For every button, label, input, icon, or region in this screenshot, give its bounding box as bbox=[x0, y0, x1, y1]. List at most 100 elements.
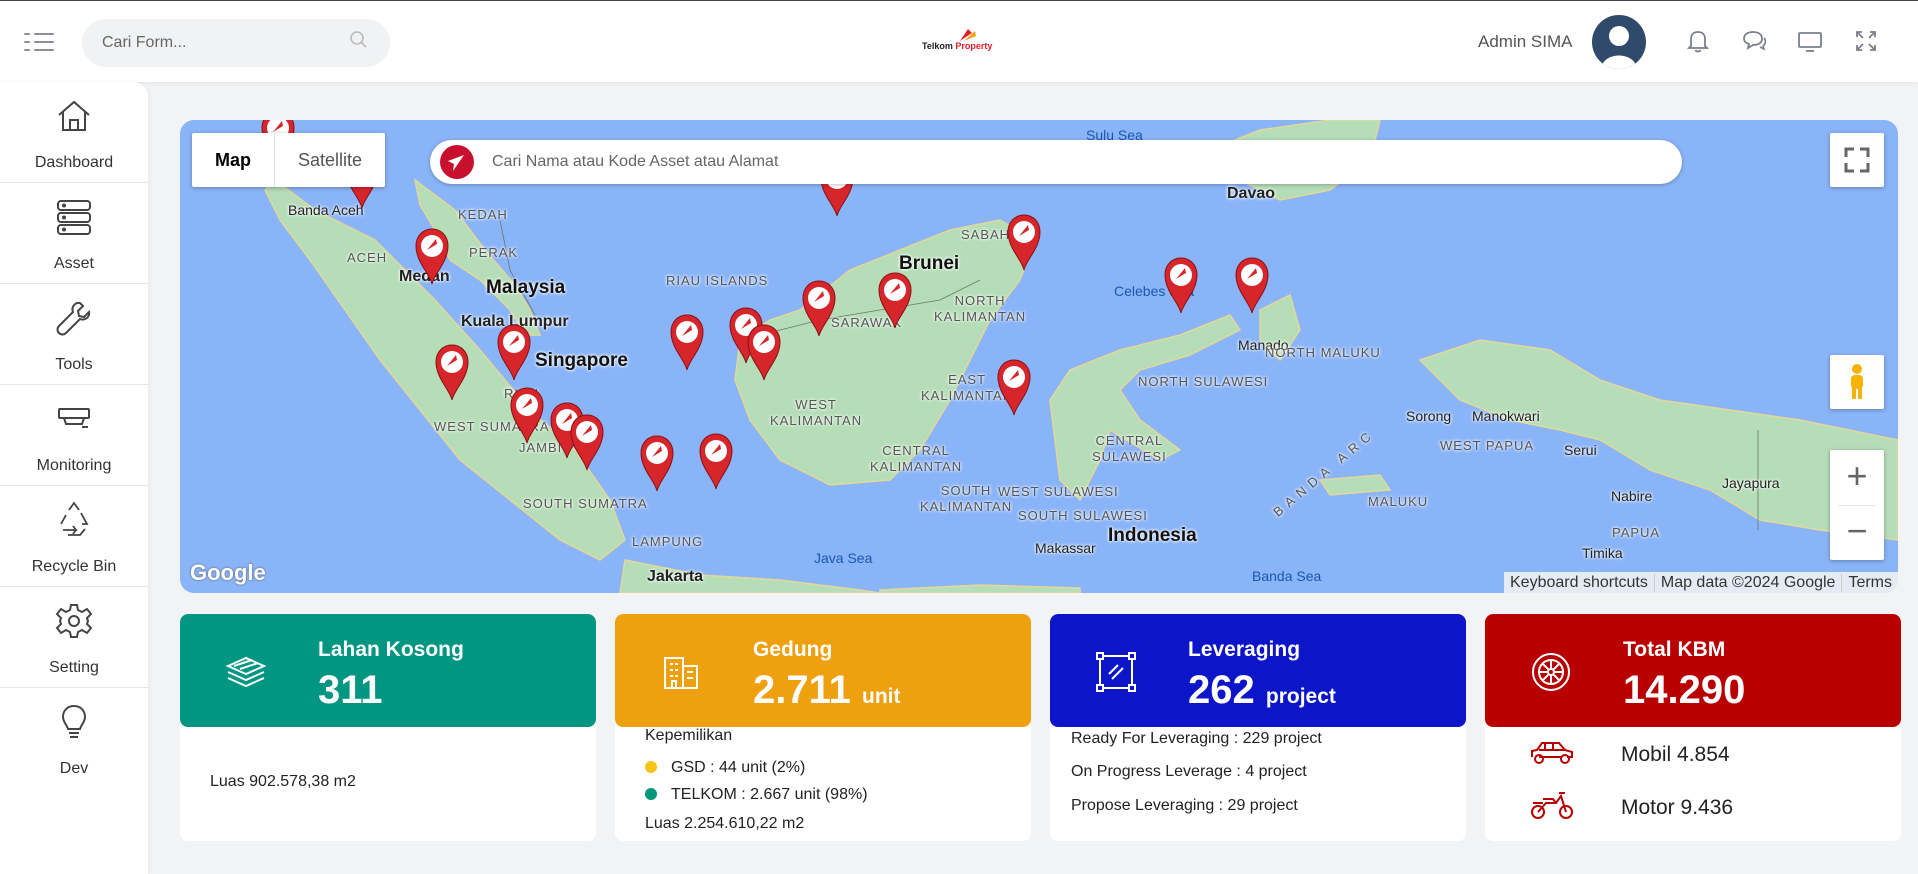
sidebar-item-tools[interactable]: Tools bbox=[0, 284, 148, 385]
map-label: SOUTH SUMATRA bbox=[523, 496, 648, 511]
gedung-unit: unit bbox=[862, 685, 901, 708]
asset-marker-pin-icon[interactable] bbox=[996, 357, 1032, 417]
sidebar-item-asset[interactable]: Asset bbox=[0, 183, 148, 284]
map-label: KEDAH bbox=[458, 207, 508, 222]
form-search-input[interactable]: Cari Form... bbox=[82, 19, 390, 67]
ownership-title: Kepemilikan bbox=[645, 727, 733, 744]
logo-text: Telkom Property bbox=[922, 41, 993, 51]
google-logo: Google bbox=[190, 560, 266, 585]
leveraging-unit: project bbox=[1265, 685, 1336, 708]
lahan-luas: Luas 902.578,38 m2 bbox=[210, 773, 356, 790]
monitor-icon[interactable] bbox=[1796, 27, 1824, 55]
sidebar-item-recycle-bin[interactable]: Recycle Bin bbox=[0, 486, 148, 587]
wrench-icon bbox=[56, 301, 91, 336]
map-label: NORTH MALUKU bbox=[1265, 345, 1381, 360]
card-total-kbm[interactable]: Total KBM 14.290 Mobil 4.854 Motor 9.436 bbox=[1485, 614, 1901, 841]
map-type-control: Map Satellite bbox=[192, 133, 386, 187]
terms-link[interactable]: Terms bbox=[1841, 573, 1898, 592]
card-lahan-kosong[interactable]: Lahan Kosong 311 Luas 902.578,38 m2 bbox=[180, 614, 596, 841]
asset-marker-pin-icon[interactable] bbox=[698, 431, 734, 491]
asset-marker-pin-icon[interactable] bbox=[669, 312, 705, 372]
building-icon bbox=[664, 657, 698, 689]
leveraging-count: 262 bbox=[1188, 668, 1255, 712]
telkom-dot bbox=[645, 788, 657, 800]
sidebar-item-label: Recycle Bin bbox=[31, 558, 117, 575]
card-value: 262 project bbox=[1188, 668, 1336, 713]
map-type-map-button[interactable]: Map bbox=[192, 133, 275, 187]
map-label: LAMPUNG bbox=[632, 534, 704, 549]
ownership-telkom: TELKOM : 2.667 unit (98%) bbox=[645, 786, 868, 804]
asset-marker-pin-icon[interactable] bbox=[1163, 255, 1199, 315]
map-label: RIAU ISLANDS bbox=[666, 273, 769, 288]
asset-marker-pin-icon[interactable] bbox=[877, 270, 913, 330]
map-label: SOUTH SULAWESI bbox=[1018, 508, 1148, 523]
kbm-mobil: Mobil 4.854 bbox=[1621, 743, 1730, 766]
kbm-motor: Motor 9.436 bbox=[1621, 796, 1734, 819]
bell-icon[interactable] bbox=[1684, 27, 1712, 55]
asset-map[interactable]: Sulu Sea Davao Banda Aceh KEDAH PERAK AC… bbox=[180, 120, 1898, 593]
card-value: 311 bbox=[318, 668, 383, 712]
keyboard-shortcuts-link[interactable]: Keyboard shortcuts bbox=[1504, 574, 1654, 592]
zoom-out-button[interactable]: − bbox=[1830, 505, 1884, 560]
card-value: 2.711 unit bbox=[753, 668, 901, 713]
sidebar-item-dev[interactable]: Dev bbox=[0, 688, 148, 789]
map-type-satellite-button[interactable]: Satellite bbox=[275, 133, 385, 187]
gedung-count: 2.711 bbox=[753, 668, 851, 712]
leveraging-progress: On Progress Leverage : 4 project bbox=[1071, 763, 1307, 780]
asset-marker-pin-icon[interactable] bbox=[1006, 212, 1042, 272]
home-icon bbox=[58, 100, 90, 131]
map-label: PAPUA bbox=[1612, 525, 1661, 540]
map-label: WEST PAPUA bbox=[1440, 438, 1535, 453]
asset-marker-pin-icon[interactable] bbox=[1234, 255, 1270, 315]
server-icon bbox=[57, 200, 91, 235]
asset-marker-pin-icon[interactable] bbox=[434, 342, 470, 402]
sidebar-item-label: Monitoring bbox=[36, 457, 112, 474]
sidebar-item-setting[interactable]: Setting bbox=[0, 587, 148, 688]
map-data-text: Map data ©2024 Google bbox=[1653, 573, 1842, 592]
fullscreen-icon[interactable] bbox=[1852, 27, 1880, 55]
sidebar-item-label: Setting bbox=[49, 659, 99, 676]
map-label: Nabire bbox=[1611, 488, 1653, 504]
card-title: Leveraging bbox=[1188, 638, 1301, 661]
zoom-in-button[interactable]: + bbox=[1830, 450, 1884, 505]
sidebar-item-monitoring[interactable]: Monitoring bbox=[0, 385, 148, 486]
navigation-arrow-icon[interactable] bbox=[440, 145, 474, 179]
gear-icon bbox=[55, 604, 93, 638]
frame-icon bbox=[1096, 652, 1136, 692]
asset-marker-pin-icon[interactable] bbox=[569, 412, 605, 472]
fullscreen-icon bbox=[1844, 147, 1870, 173]
card-title: Gedung bbox=[753, 638, 833, 661]
map-label: Singapore bbox=[535, 350, 628, 371]
leveraging-propose: Propose Leveraging : 29 project bbox=[1071, 797, 1298, 814]
chat-icon[interactable] bbox=[1740, 27, 1768, 55]
asset-marker-pin-icon[interactable] bbox=[639, 433, 675, 493]
map-fullscreen-button[interactable] bbox=[1830, 133, 1884, 187]
map-label: Davao bbox=[1227, 185, 1276, 202]
user-avatar[interactable] bbox=[1592, 15, 1646, 69]
card-leveraging[interactable]: Leveraging 262 project Ready For Leverag… bbox=[1050, 614, 1466, 841]
map-label: SABAH bbox=[961, 227, 1011, 242]
zoom-control: + − bbox=[1830, 450, 1884, 560]
asset-marker-pin-icon[interactable] bbox=[496, 322, 532, 382]
asset-marker-pin-icon[interactable] bbox=[509, 385, 545, 445]
card-header: Gedung 2.711 unit bbox=[615, 614, 1031, 727]
map-label: Jakarta bbox=[647, 568, 704, 585]
sidebar-item-dashboard[interactable]: Dashboard bbox=[0, 82, 148, 183]
menu-toggle-icon[interactable] bbox=[24, 31, 54, 53]
map-label: CENTRAL SULAWESI bbox=[1092, 433, 1167, 464]
street-view-pegman-button[interactable] bbox=[1830, 355, 1884, 409]
asset-search-input[interactable]: Cari Nama atau Kode Asset atau Alamat bbox=[430, 140, 1682, 184]
map-label: MALUKU bbox=[1368, 494, 1429, 509]
card-title: Lahan Kosong bbox=[318, 638, 464, 661]
map-label: Manokwari bbox=[1472, 408, 1540, 424]
cctv-icon bbox=[58, 408, 90, 428]
card-gedung[interactable]: Gedung 2.711 unit Kepemilikan GSD : 44 u… bbox=[615, 614, 1031, 841]
gedung-luas: Luas 2.254.610,22 m2 bbox=[645, 815, 805, 832]
user-name: Admin SIMA bbox=[1478, 32, 1573, 51]
map-label: CENTRAL KALIMANTAN bbox=[870, 443, 963, 474]
asset-marker-pin-icon[interactable] bbox=[801, 278, 837, 338]
asset-marker-pin-icon[interactable] bbox=[746, 322, 782, 382]
search-icon[interactable] bbox=[348, 29, 370, 56]
asset-marker-pin-icon[interactable] bbox=[414, 226, 450, 286]
map-label: NORTH KALIMANTAN bbox=[934, 293, 1027, 324]
